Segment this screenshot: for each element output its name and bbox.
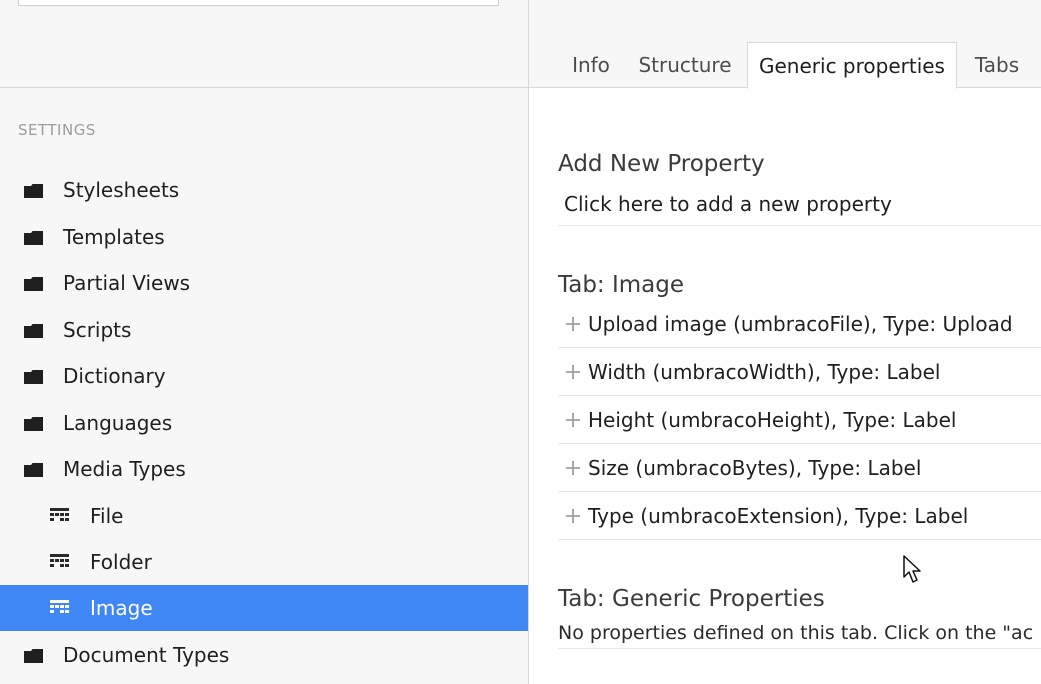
property-label: Type (umbracoExtension), Type: Label	[588, 504, 969, 528]
tab-bar: Info Structure Generic properties Tabs	[529, 0, 1041, 89]
property-label: Width (umbracoWidth), Type: Label	[588, 360, 941, 384]
move-icon[interactable]	[566, 461, 580, 475]
folder-icon	[24, 463, 43, 477]
move-icon[interactable]	[566, 413, 580, 427]
tab-image-heading: Tab: Image	[558, 272, 685, 298]
folder-icon	[24, 370, 43, 384]
tree-item-label: Templates	[63, 225, 165, 249]
tree-item-label: Stylesheets	[63, 178, 180, 202]
tree-item-dictionary[interactable]: Dictionary	[0, 353, 528, 399]
tab-generic-properties[interactable]: Generic properties	[747, 42, 957, 89]
move-icon[interactable]	[566, 365, 580, 379]
tree-item-media-types[interactable]: Media Types	[0, 446, 528, 492]
tree-item-stylesheets[interactable]: Stylesheets	[0, 167, 528, 213]
property-label: Upload image (umbracoFile), Type: Upload	[588, 312, 1013, 336]
search-input[interactable]	[18, 0, 499, 6]
media-type-icon	[50, 508, 69, 521]
tab-tabs[interactable]: Tabs	[965, 42, 1029, 88]
tree-item-label: Languages	[63, 411, 173, 435]
divider	[558, 225, 1041, 226]
add-property-link[interactable]: Click here to add a new property	[564, 192, 892, 216]
tree-item-label: Folder	[90, 550, 152, 574]
folder-icon	[24, 231, 43, 245]
tree-item-label: Partial Views	[63, 271, 191, 295]
tree-item-folder[interactable]: Folder	[0, 539, 528, 585]
tree-item-label: Dictionary	[63, 364, 166, 388]
main-panel: Info Structure Generic properties Tabs A…	[529, 0, 1041, 684]
move-icon[interactable]	[566, 317, 580, 331]
property-label: Height (umbracoHeight), Type: Label	[588, 408, 957, 432]
tree-item-templates[interactable]: Templates	[0, 214, 528, 260]
tree-item-languages[interactable]: Languages	[0, 400, 528, 446]
media-type-icon	[50, 554, 69, 567]
move-icon[interactable]	[566, 509, 580, 523]
media-type-icon	[50, 600, 69, 613]
add-property-heading: Add New Property	[558, 151, 765, 177]
empty-properties-message: No properties defined on this tab. Click…	[558, 622, 1034, 644]
tree-item-scripts[interactable]: Scripts	[0, 307, 528, 353]
mouse-cursor-icon	[903, 555, 921, 583]
folder-icon	[24, 184, 43, 198]
property-label: Size (umbracoBytes), Type: Label	[588, 456, 922, 480]
tab-generic-heading: Tab: Generic Properties	[558, 586, 825, 612]
tree-item-partial-views[interactable]: Partial Views	[0, 260, 528, 306]
property-row[interactable]: Height (umbracoHeight), Type: Label	[558, 396, 1041, 444]
folder-icon	[24, 417, 43, 431]
divider	[558, 648, 1041, 649]
tab-structure[interactable]: Structure	[631, 42, 739, 88]
property-row[interactable]: Size (umbracoBytes), Type: Label	[558, 444, 1041, 492]
property-row[interactable]: Width (umbracoWidth), Type: Label	[558, 348, 1041, 396]
section-title: SETTINGS	[18, 121, 96, 139]
tree-item-label: Media Types	[63, 457, 186, 481]
tree-item-file[interactable]: File	[0, 493, 528, 539]
tree-item-label: Image	[90, 596, 153, 620]
tree-item-label: File	[90, 504, 124, 528]
tree-item-label: Document Types	[63, 643, 230, 667]
tree-item-image[interactable]: Image	[0, 585, 528, 631]
sidebar-header	[0, 0, 528, 88]
sidebar: SETTINGS Stylesheets Templates Partial V…	[0, 0, 528, 684]
property-row[interactable]: Upload image (umbracoFile), Type: Upload	[558, 300, 1041, 348]
folder-icon	[24, 324, 43, 338]
tree-item-document-types[interactable]: Document Types	[0, 632, 528, 678]
tree-item-label: Scripts	[63, 318, 132, 342]
tab-info[interactable]: Info	[559, 42, 623, 88]
folder-icon	[24, 277, 43, 291]
folder-icon	[24, 649, 43, 663]
property-row[interactable]: Type (umbracoExtension), Type: Label	[558, 492, 1041, 540]
